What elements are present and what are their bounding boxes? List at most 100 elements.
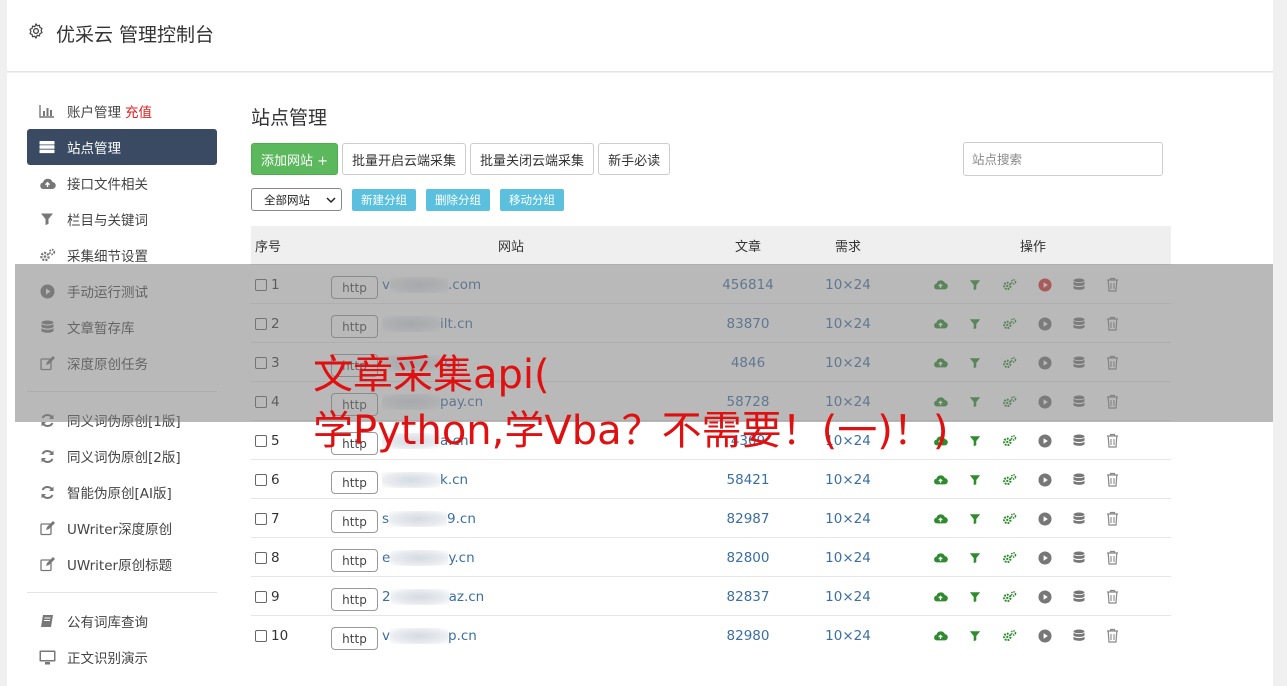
cogs-icon[interactable]	[1002, 394, 1017, 409]
article-count[interactable]: 4309	[698, 421, 798, 460]
add-site-button[interactable]: 添加网站 +	[251, 143, 339, 175]
sidebar-item-group3-1[interactable]: 正文识别演示	[27, 639, 217, 675]
trash-icon[interactable]	[1106, 589, 1119, 604]
batch-close-cloud-button[interactable]: 批量关闭云端采集	[470, 143, 595, 175]
group-select[interactable]: 全部网站	[251, 188, 342, 211]
article-count[interactable]: 83870	[698, 304, 798, 343]
row-checkbox[interactable]	[255, 551, 267, 564]
site-domain-link[interactable]: a.cn	[382, 432, 469, 449]
database-icon[interactable]	[1073, 433, 1085, 448]
site-domain-link[interactable]: v .com	[382, 276, 481, 293]
guide-button[interactable]: 新手必读	[598, 143, 671, 175]
play-circle-icon[interactable]	[1038, 394, 1052, 409]
sidebar-item-group2-3[interactable]: UWriter深度原创	[27, 510, 217, 546]
filter-icon[interactable]	[969, 589, 981, 604]
cloud-upload-icon[interactable]	[933, 550, 948, 565]
row-checkbox[interactable]	[255, 629, 267, 642]
trash-icon[interactable]	[1106, 277, 1119, 292]
cogs-icon[interactable]	[1002, 316, 1017, 331]
play-circle-icon[interactable]	[1038, 355, 1052, 370]
need-value[interactable]: 10×24	[798, 577, 898, 616]
filter-icon[interactable]	[969, 628, 981, 643]
database-icon[interactable]	[1073, 550, 1085, 565]
row-checkbox[interactable]	[255, 278, 267, 291]
row-checkbox[interactable]	[255, 434, 267, 447]
row-checkbox[interactable]	[255, 317, 267, 330]
sidebar-item-group2-2[interactable]: 智能伪原创[AI版]	[27, 474, 217, 510]
trash-icon[interactable]	[1106, 628, 1119, 643]
sidebar-item-group1-4[interactable]: 采集细节设置	[27, 237, 217, 273]
need-value[interactable]: 10×24	[798, 421, 898, 460]
sidebar-item-group2-4[interactable]: UWriter原创标题	[27, 546, 217, 582]
row-checkbox[interactable]	[255, 356, 267, 369]
trash-icon[interactable]	[1106, 550, 1119, 565]
need-value[interactable]: 10×24	[798, 304, 898, 343]
new-group-button[interactable]: 新建分组	[352, 188, 416, 211]
article-count[interactable]: 58421	[698, 460, 798, 499]
trash-icon[interactable]	[1106, 433, 1119, 448]
article-count[interactable]: 82837	[698, 577, 798, 616]
database-icon[interactable]	[1073, 511, 1085, 526]
cloud-upload-icon[interactable]	[933, 472, 948, 487]
move-group-button[interactable]: 移动分组	[500, 188, 564, 211]
cogs-icon[interactable]	[1002, 355, 1017, 370]
need-value[interactable]: 10×24	[798, 343, 898, 382]
filter-icon[interactable]	[969, 433, 981, 448]
cogs-icon[interactable]	[1002, 472, 1017, 487]
filter-icon[interactable]	[969, 550, 981, 565]
play-circle-icon[interactable]	[1038, 589, 1052, 604]
need-value[interactable]: 10×24	[798, 265, 898, 304]
cloud-upload-icon[interactable]	[933, 511, 948, 526]
sidebar-item-group2-1[interactable]: 同义词伪原创[2版]	[27, 438, 217, 474]
need-value[interactable]: 10×24	[798, 499, 898, 538]
database-icon[interactable]	[1073, 628, 1085, 643]
filter-icon[interactable]	[969, 511, 981, 526]
filter-icon[interactable]	[969, 277, 981, 292]
article-count[interactable]: 82980	[698, 616, 798, 655]
filter-icon[interactable]	[969, 355, 981, 370]
sidebar-item-group2-0[interactable]: 同义词伪原创[1版]	[27, 402, 217, 438]
cloud-upload-icon[interactable]	[933, 355, 948, 370]
article-count[interactable]: 58728	[698, 382, 798, 421]
sidebar-item-group1-0[interactable]: 账户管理 充值	[27, 93, 217, 129]
filter-icon[interactable]	[969, 472, 981, 487]
database-icon[interactable]	[1073, 394, 1085, 409]
recharge-link[interactable]: 充值	[125, 101, 152, 121]
trash-icon[interactable]	[1106, 316, 1119, 331]
article-count[interactable]: 456814	[698, 265, 798, 304]
filter-icon[interactable]	[969, 394, 981, 409]
need-value[interactable]: 10×24	[798, 382, 898, 421]
article-count[interactable]: 82800	[698, 538, 798, 577]
sidebar-item-group1-2[interactable]: 接口文件相关	[27, 165, 217, 201]
cloud-upload-icon[interactable]	[933, 316, 948, 331]
cogs-icon[interactable]	[1002, 511, 1017, 526]
sidebar-item-group1-3[interactable]: 栏目与关键词	[27, 201, 217, 237]
delete-group-button[interactable]: 删除分组	[426, 188, 490, 211]
cogs-icon[interactable]	[1002, 550, 1017, 565]
database-icon[interactable]	[1073, 355, 1085, 370]
site-domain-link[interactable]: .cn	[382, 354, 460, 371]
site-search-input[interactable]	[963, 142, 1163, 176]
row-checkbox[interactable]	[255, 512, 267, 525]
sidebar-item-group1-7[interactable]: 深度原创任务	[27, 345, 217, 381]
need-value[interactable]: 10×24	[798, 538, 898, 577]
play-circle-icon[interactable]	[1038, 433, 1052, 448]
cogs-icon[interactable]	[1002, 589, 1017, 604]
database-icon[interactable]	[1073, 472, 1085, 487]
play-circle-icon[interactable]	[1038, 472, 1052, 487]
site-domain-link[interactable]: 2 az.cn	[382, 588, 484, 605]
sidebar-item-group3-0[interactable]: 公有词库查询	[27, 603, 217, 639]
article-count[interactable]: 4846	[698, 343, 798, 382]
need-value[interactable]: 10×24	[798, 460, 898, 499]
database-icon[interactable]	[1073, 277, 1085, 292]
database-icon[interactable]	[1073, 589, 1085, 604]
site-domain-link[interactable]: e y.cn	[382, 549, 475, 566]
batch-open-cloud-button[interactable]: 批量开启云端采集	[342, 143, 467, 175]
need-value[interactable]: 10×24	[798, 616, 898, 655]
play-circle-icon[interactable]	[1038, 550, 1052, 565]
row-checkbox[interactable]	[255, 395, 267, 408]
site-domain-link[interactable]: s 9.cn	[382, 510, 476, 527]
cloud-upload-icon[interactable]	[933, 433, 948, 448]
play-circle-icon[interactable]	[1038, 277, 1052, 292]
cogs-icon[interactable]	[1002, 433, 1017, 448]
